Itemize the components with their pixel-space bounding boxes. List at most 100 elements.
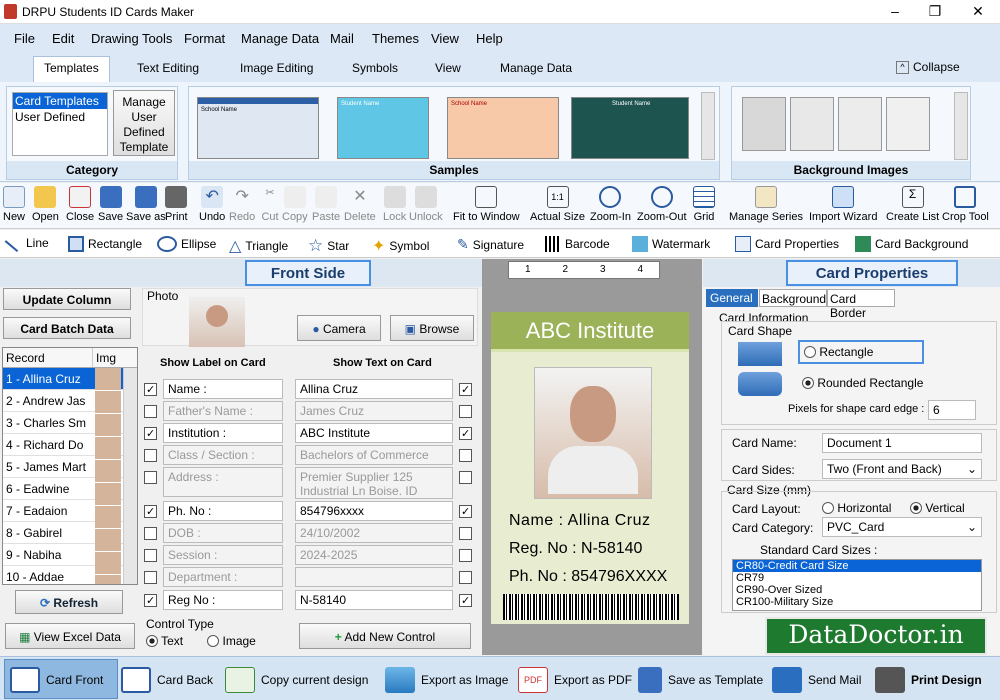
- close-icon[interactable]: ✕: [968, 3, 988, 20]
- radio-horizontal[interactable]: Horizontal: [822, 501, 891, 515]
- lock-button[interactable]: Lock: [383, 186, 406, 223]
- pixels-stepper[interactable]: 6: [928, 400, 976, 420]
- save-as-button[interactable]: Save as: [126, 186, 166, 223]
- photo-thumbnail[interactable]: [189, 297, 245, 347]
- category-item[interactable]: User Defined: [13, 109, 107, 125]
- camera-button[interactable]: ● Camera: [297, 315, 381, 341]
- crop-tool-button[interactable]: Crop Tool: [942, 186, 989, 223]
- bg-thumb[interactable]: [838, 97, 882, 151]
- show-text-checkbox[interactable]: [459, 505, 472, 518]
- show-label-checkbox[interactable]: [144, 527, 157, 540]
- field-label[interactable]: Reg No :: [163, 590, 283, 610]
- browse-button[interactable]: ▣ Browse: [390, 315, 474, 341]
- show-text-checkbox[interactable]: [459, 405, 472, 418]
- manage-template-button[interactable]: Manage User Defined Template: [113, 90, 175, 156]
- star-tool[interactable]: ☆ Star: [308, 236, 349, 256]
- menu-format[interactable]: Format: [184, 31, 225, 46]
- card-properties-tool[interactable]: Card Properties: [735, 236, 839, 252]
- show-text-checkbox[interactable]: [459, 449, 472, 462]
- field-value[interactable]: Bachelors of Commerce: [295, 445, 453, 465]
- field-label[interactable]: Class / Section :: [163, 445, 283, 465]
- symbol-tool[interactable]: ✦ Symbol: [372, 236, 429, 256]
- card-reg-line[interactable]: Reg. No : N-58140: [509, 540, 642, 558]
- export-pdf-button[interactable]: PDF Export as PDF: [518, 667, 632, 693]
- radio-text[interactable]: Text: [146, 634, 183, 648]
- watermark-tool[interactable]: Watermark: [632, 236, 710, 252]
- field-value[interactable]: ABC Institute: [295, 423, 453, 443]
- bg-thumb[interactable]: [886, 97, 930, 151]
- field-value[interactable]: Allina Cruz: [295, 379, 453, 399]
- field-value[interactable]: N-58140: [295, 590, 453, 610]
- show-text-checkbox[interactable]: [459, 594, 472, 607]
- show-label-checkbox[interactable]: [144, 505, 157, 518]
- tab-image-editing[interactable]: Image Editing: [240, 61, 313, 75]
- export-image-button[interactable]: Export as Image: [385, 667, 508, 693]
- paste-button[interactable]: Paste: [312, 186, 340, 223]
- field-label[interactable]: Institution :: [163, 423, 283, 443]
- delete-button[interactable]: ✕ Delete: [344, 186, 376, 223]
- view-excel-button[interactable]: ▦ View Excel Data: [5, 623, 135, 649]
- tab-manage-data[interactable]: Manage Data: [500, 61, 572, 75]
- zoom-out-button[interactable]: Zoom-Out: [637, 186, 687, 223]
- bg-thumb[interactable]: [742, 97, 786, 151]
- card-sides-select[interactable]: Two (Front and Back) ⌄: [822, 459, 982, 479]
- minimize-icon[interactable]: –: [885, 3, 905, 19]
- maximize-icon[interactable]: ❐: [925, 3, 945, 20]
- id-card[interactable]: ABC Institute Name : Allina Cruz Reg. No…: [490, 311, 690, 625]
- card-institute[interactable]: ABC Institute: [491, 312, 689, 352]
- tab-templates[interactable]: Templates: [33, 56, 110, 82]
- tab-background[interactable]: Background: [759, 289, 827, 307]
- undo-button[interactable]: ↶ Undo: [199, 186, 225, 223]
- sample-thumb-3[interactable]: School Name: [447, 97, 559, 159]
- show-text-checkbox[interactable]: [459, 427, 472, 440]
- menu-themes[interactable]: Themes: [372, 31, 419, 46]
- list-item[interactable]: CR79: [733, 572, 981, 584]
- field-label[interactable]: Ph. No :: [163, 501, 283, 521]
- rectangle-tool[interactable]: Rectangle: [68, 236, 142, 252]
- card-front-button[interactable]: Card Front: [10, 667, 103, 693]
- radio-rounded-rectangle[interactable]: Rounded Rectangle: [802, 376, 923, 390]
- sample-thumb-2[interactable]: Student Name: [337, 97, 429, 159]
- field-value[interactable]: Premier Supplier 125 Industrial Ln Boise…: [295, 467, 453, 499]
- show-text-checkbox[interactable]: [459, 549, 472, 562]
- show-label-checkbox[interactable]: [144, 549, 157, 562]
- menu-file[interactable]: File: [14, 31, 35, 46]
- show-label-checkbox[interactable]: [144, 383, 157, 396]
- actual-size-button[interactable]: 1:1 Actual Size: [530, 186, 585, 223]
- signature-tool[interactable]: ✎ Signature: [457, 236, 524, 253]
- menu-manage-data[interactable]: Manage Data: [241, 31, 319, 46]
- card-barcode[interactable]: [503, 594, 679, 620]
- bg-scrollbar[interactable]: [954, 92, 968, 160]
- menu-mail[interactable]: Mail: [330, 31, 354, 46]
- card-name-field[interactable]: Document 1: [822, 433, 982, 453]
- tab-view[interactable]: View: [435, 61, 461, 75]
- field-value[interactable]: 24/10/2002: [295, 523, 453, 543]
- show-text-checkbox[interactable]: [459, 571, 472, 584]
- manage-series-button[interactable]: Manage Series: [729, 186, 803, 223]
- field-label[interactable]: Father's Name :: [163, 401, 283, 421]
- sample-thumb-1[interactable]: School Name: [197, 97, 319, 159]
- copy-button[interactable]: Copy: [282, 186, 308, 223]
- tab-card-border[interactable]: Card Border: [827, 289, 895, 320]
- show-label-checkbox[interactable]: [144, 405, 157, 418]
- send-mail-button[interactable]: Send Mail: [772, 667, 861, 693]
- unlock-button[interactable]: Unlock: [409, 186, 443, 223]
- update-column-button[interactable]: Update Column: [3, 288, 131, 310]
- field-label[interactable]: Name :: [163, 379, 283, 399]
- card-category-select[interactable]: PVC_Card ⌄: [822, 517, 982, 537]
- show-text-checkbox[interactable]: [459, 527, 472, 540]
- copy-design-button[interactable]: Copy current design: [225, 667, 368, 693]
- field-label[interactable]: DOB :: [163, 523, 283, 543]
- card-background-tool[interactable]: Card Background: [855, 236, 968, 252]
- redo-button[interactable]: ↷ Redo: [229, 186, 255, 223]
- sample-thumb-4[interactable]: Student Name: [571, 97, 689, 159]
- tab-general[interactable]: General: [706, 289, 758, 307]
- bg-thumb[interactable]: [790, 97, 834, 151]
- field-label[interactable]: Session :: [163, 545, 283, 565]
- show-label-checkbox[interactable]: [144, 427, 157, 440]
- menu-edit[interactable]: Edit: [52, 31, 74, 46]
- refresh-button[interactable]: ⟳ Refresh: [15, 590, 123, 614]
- new-button[interactable]: New: [3, 186, 25, 223]
- radio-rectangle[interactable]: Rectangle: [798, 340, 924, 364]
- line-tool[interactable]: Line: [4, 234, 49, 252]
